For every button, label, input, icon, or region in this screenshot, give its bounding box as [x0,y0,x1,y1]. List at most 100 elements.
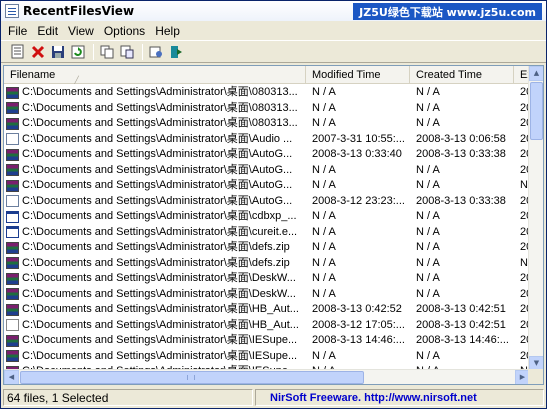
menu-options[interactable]: Options [99,24,150,38]
filename-text: C:\Documents and Settings\Administrator\… [22,194,293,207]
status-bar: 64 files, 1 Selected NirSoft Freeware. h… [1,387,546,408]
created-time-cell: N / A [416,287,440,300]
horizontal-scroll-thumb[interactable] [20,371,364,384]
scroll-up-icon[interactable]: ▲ [529,66,543,81]
column-modified-time[interactable]: Modified Time [306,66,410,84]
rar-file-icon [6,102,19,115]
rar-file-icon [6,272,19,285]
created-time-cell: N / A [416,101,440,114]
created-time-cell: N / A [416,256,440,269]
rar-file-icon [6,334,19,347]
table-row[interactable]: C:\Documents and Settings\Administrator\… [4,302,530,318]
modified-time-cell: N / A [312,287,336,300]
table-row[interactable]: C:\Documents and Settings\Administrator\… [4,287,530,303]
modified-time-cell: N / A [312,101,336,114]
filename-cell: C:\Documents and Settings\Administrator\… [4,349,306,365]
title-bar[interactable]: RecentFilesView JZ5U绿色下载站 www.jz5u.com [1,1,546,21]
table-row[interactable]: C:\Documents and Settings\Administrator\… [4,85,530,101]
properties-icon[interactable] [9,43,27,61]
table-row[interactable]: C:\Documents and Settings\Administrator\… [4,147,530,163]
table-row[interactable]: C:\Documents and Settings\Administrator\… [4,271,530,287]
modified-time-cell: N / A [312,256,336,269]
column-created-time[interactable]: Created Time [410,66,514,84]
delete-icon[interactable] [29,43,47,61]
options-icon[interactable] [147,43,165,61]
filename-text: C:\Documents and Settings\Administrator\… [22,148,293,160]
filename-text: C:\Documents and Settings\Administrator\… [22,117,298,129]
filename-cell: C:\Documents and Settings\Administrator\… [4,287,306,303]
rar-file-icon [6,241,19,254]
toolbar-separator [93,43,94,60]
filename-cell: C:\Documents and Settings\Administrator\… [4,240,306,256]
modified-time-cell: N / A [312,225,336,238]
modified-time-cell: 2008-3-12 23:23:... [312,194,405,207]
menu-file[interactable]: File [3,24,32,38]
vertical-scrollbar[interactable]: ▲ ▼ [528,66,543,371]
save-icon[interactable] [49,43,67,61]
rar-file-icon [6,303,19,316]
rar-file-icon [6,117,19,130]
filename-text: C:\Documents and Settings\Administrator\… [22,163,293,176]
table-row[interactable]: C:\Documents and Settings\Administrator\… [4,209,530,225]
menu-view[interactable]: View [63,24,99,38]
refresh-icon[interactable] [69,43,87,61]
column-filename-label: Filename [10,69,56,81]
table-row[interactable]: C:\Documents and Settings\Administrator\… [4,178,530,194]
txt-file-icon [6,319,19,332]
table-row[interactable]: C:\Documents and Settings\Administrator\… [4,333,530,349]
filename-cell: C:\Documents and Settings\Administrator\… [4,132,306,148]
filename-cell: C:\Documents and Settings\Administrator\… [4,85,306,101]
filename-text: C:\Documents and Settings\Administrator\… [22,272,296,284]
copy-alt-icon[interactable] [118,43,136,61]
table-row[interactable]: C:\Documents and Settings\Administrator\… [4,256,530,272]
table-row[interactable]: C:\Documents and Settings\Administrator\… [4,163,530,179]
column-filename[interactable]: Filename ╱ [4,66,306,84]
scroll-left-icon[interactable]: ◀ [4,370,19,384]
created-time-cell: 2008-3-13 0:06:58 [416,132,506,145]
filename-text: C:\Documents and Settings\Administrator\… [22,241,290,253]
modified-time-cell: N / A [312,349,336,362]
exe-file-icon [6,226,19,239]
table-row[interactable]: C:\Documents and Settings\Administrator\… [4,225,530,241]
scroll-grip-icon [187,375,195,380]
status-credit-link[interactable]: NirSoft Freeware. http://www.nirsoft.net [255,389,544,406]
rar-file-icon [6,148,19,161]
filename-cell: C:\Documents and Settings\Administrator\… [4,271,306,287]
vertical-scroll-thumb[interactable] [530,82,543,140]
file-list[interactable]: Filename ╱ Modified Time Created Time Ex… [3,65,544,385]
copy-icon[interactable] [98,43,116,61]
modified-time-cell: 2008-3-13 14:46:... [312,334,405,346]
created-time-cell: 2008-3-13 0:42:51 [416,318,506,331]
table-row[interactable]: C:\Documents and Settings\Administrator\… [4,132,530,148]
modified-time-cell: N / A [312,179,336,191]
modified-time-cell: N / A [312,210,336,222]
filename-text: C:\Documents and Settings\Administrator\… [22,101,298,114]
brand-banner: JZ5U绿色下载站 www.jz5u.com [353,3,542,20]
modified-time-cell: N / A [312,86,336,98]
exit-icon[interactable] [167,43,185,61]
created-time-cell: 2008-3-13 0:42:51 [416,303,506,315]
modified-time-cell: N / A [312,272,336,284]
filename-cell: C:\Documents and Settings\Administrator\… [4,209,306,225]
filename-text: C:\Documents and Settings\Administrator\… [22,210,297,222]
menu-edit[interactable]: Edit [32,24,63,38]
table-row[interactable]: C:\Documents and Settings\Administrator\… [4,101,530,117]
table-row[interactable]: C:\Documents and Settings\Administrator\… [4,194,530,210]
rar-file-icon [6,350,19,363]
created-time-cell: N / A [416,163,440,176]
filename-text: C:\Documents and Settings\Administrator\… [22,334,298,346]
created-time-cell: N / A [416,225,440,238]
created-time-cell: 2008-3-13 0:33:38 [416,148,506,160]
table-row[interactable]: C:\Documents and Settings\Administrator\… [4,116,530,132]
created-time-cell: N / A [416,179,440,191]
list-header: Filename ╱ Modified Time Created Time Ex [4,66,530,84]
created-time-cell: N / A [416,272,440,284]
status-count: 64 files, 1 Selected [3,389,253,406]
table-row[interactable]: C:\Documents and Settings\Administrator\… [4,349,530,365]
modified-time-cell: 2008-3-13 0:42:52 [312,303,402,315]
horizontal-scrollbar[interactable]: ◀ ▶ [4,369,530,384]
table-row[interactable]: C:\Documents and Settings\Administrator\… [4,318,530,334]
created-time-cell: 2008-3-13 14:46:... [416,334,509,346]
table-row[interactable]: C:\Documents and Settings\Administrator\… [4,240,530,256]
menu-help[interactable]: Help [150,24,185,38]
